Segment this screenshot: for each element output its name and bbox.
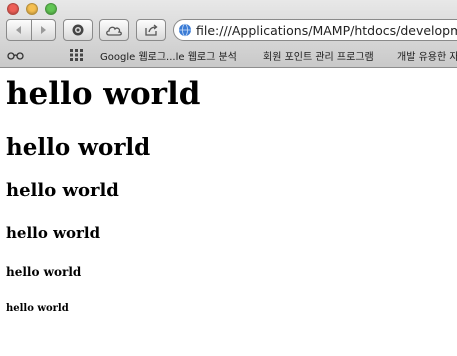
heading-h4: hello world (6, 224, 101, 242)
minimize-window-button[interactable] (26, 3, 38, 15)
reader-button[interactable] (63, 19, 93, 41)
top-sites-grid-icon[interactable] (70, 49, 84, 61)
zoom-window-button[interactable] (45, 3, 57, 15)
forward-arrow-icon (40, 26, 46, 34)
globe-icon (179, 23, 191, 37)
bookmark-item[interactable]: Google 웹로그...le 웹로그 분석 (100, 48, 237, 63)
url-text: file:///Applications/MAMP/htdocs/develop… (196, 22, 457, 38)
heading-h6: hello world (6, 303, 69, 314)
share-button[interactable] (136, 19, 166, 41)
bookmark-item[interactable]: 개발 유용한 자 (397, 48, 457, 63)
icloud-tabs-button[interactable] (99, 19, 129, 41)
browser-toolbar: file:///Applications/MAMP/htdocs/develop… (0, 19, 457, 43)
heading-h1: hello world (6, 76, 201, 112)
bookmarks-bar: Google 웹로그...le 웹로그 분석 회원 포인트 관리 프로그램 개발… (0, 45, 457, 65)
back-forward-buttons (6, 19, 56, 41)
address-bar[interactable]: file:///Applications/MAMP/htdocs/develop… (173, 19, 457, 41)
camera-icon (72, 24, 84, 36)
heading-h3: hello world (6, 180, 119, 201)
browser-window-chrome: file:///Applications/MAMP/htdocs/develop… (0, 0, 457, 68)
back-arrow-icon (16, 26, 22, 34)
forward-button[interactable] (32, 20, 56, 40)
share-icon (145, 24, 158, 36)
back-button[interactable] (7, 20, 32, 40)
heading-h5: hello world (6, 265, 82, 279)
close-window-button[interactable] (7, 3, 19, 15)
heading-h2: hello world (6, 134, 151, 161)
bookmark-item[interactable]: 회원 포인트 관리 프로그램 (263, 48, 374, 63)
window-controls (7, 3, 57, 15)
cloud-icon (106, 26, 122, 36)
reading-list-icon[interactable] (7, 50, 25, 60)
